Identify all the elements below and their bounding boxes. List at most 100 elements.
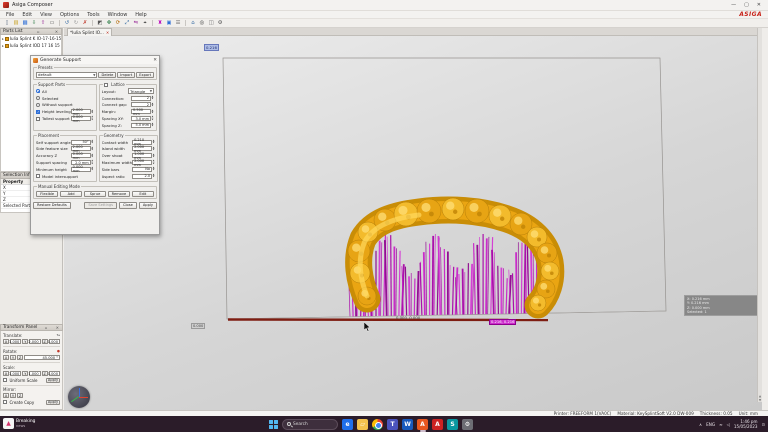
spinner-down-icon[interactable]: ▼ <box>91 169 94 171</box>
dialog-close-icon[interactable]: ✕ <box>153 58 157 63</box>
taskbar-clock[interactable]: 1:46 pm 15/05/2023 <box>734 419 758 429</box>
side-bars-input[interactable]: No <box>132 167 152 172</box>
margin-spinner[interactable]: ▲▼ <box>151 109 154 114</box>
mirror-apply-button[interactable]: Apply <box>46 400 60 406</box>
close-button[interactable]: ✕ <box>757 2 761 8</box>
import-icon[interactable]: ⇩ <box>30 20 38 27</box>
parts-list-item[interactable]: ▸Iulia Splint K IO-17-16-15-1... <box>1 35 61 42</box>
spinner-down-icon[interactable]: ▼ <box>152 169 155 171</box>
3d-viewport[interactable]: *Iulia Splint IO... ✕ 0.216 0.000 0.000,… <box>64 28 762 410</box>
menu-item-file[interactable]: File <box>2 12 18 18</box>
connection-input[interactable]: 2 <box>131 96 151 101</box>
island-width-input[interactable]: 2.000 mm <box>132 146 152 151</box>
height-leveling-input[interactable]: 2.000 mm <box>71 109 91 114</box>
start-button[interactable] <box>268 419 278 429</box>
build-icon[interactable]: ▣ <box>165 20 173 27</box>
scale-apply-button[interactable]: Apply <box>46 378 60 384</box>
move-icon[interactable]: ✥ <box>105 20 113 27</box>
self-support-angle-spinner[interactable]: ▲▼ <box>91 140 94 145</box>
remove-button[interactable]: Remove <box>108 191 130 197</box>
rotate-angle-input[interactable]: 45.000 ° <box>24 355 60 360</box>
height-leveling-checkbox[interactable]: ✓ <box>36 110 40 114</box>
language-indicator[interactable]: ENG <box>706 422 715 427</box>
connect-gap-spinner[interactable]: ▲▼ <box>151 102 154 107</box>
add-button[interactable]: Add <box>60 191 82 197</box>
notification-icon[interactable]: ⊙ <box>761 422 765 427</box>
maximize-button[interactable]: ▢ <box>744 2 749 8</box>
taskbar-app-teams[interactable]: T <box>387 419 398 430</box>
spinner-down-icon[interactable]: ▼ <box>152 142 155 144</box>
spinner-down-icon[interactable]: ▼ <box>152 176 155 178</box>
spinner-down-icon[interactable]: ▼ <box>152 156 155 158</box>
spacing-z-input[interactable]: 5.0 mm <box>131 123 151 128</box>
scale-icon[interactable]: ⤢ <box>123 20 131 27</box>
spinner-down-icon[interactable]: ▼ <box>91 119 94 121</box>
measure-icon[interactable]: ⌖ <box>141 20 149 27</box>
slice-icon[interactable]: ☰ <box>174 20 182 27</box>
all-radio[interactable] <box>36 89 40 93</box>
scale-x-input[interactable]: 1.000 <box>10 371 21 376</box>
side-bars-spinner[interactable]: ▲▼ <box>152 167 155 172</box>
tallest-support-spinner[interactable]: ▲▼ <box>91 116 94 121</box>
create-copy-checkbox[interactable] <box>3 400 7 404</box>
aspect-ratio-input[interactable]: 2.0 <box>132 174 152 179</box>
wireframe-icon[interactable]: ◫ <box>207 20 215 27</box>
minimize-button[interactable]: — <box>731 2 736 8</box>
preset-delete-button[interactable]: Delete <box>98 72 116 78</box>
taskbar-app-chrome[interactable] <box>372 419 383 430</box>
translate-z-input[interactable]: 1.000 <box>49 339 60 344</box>
new-file-icon[interactable]: ▯ <box>3 20 11 27</box>
minimum-height-spinner[interactable]: ▲▼ <box>91 167 94 172</box>
tray-chevron-icon[interactable]: ∧ <box>699 422 702 427</box>
preset-import-button[interactable]: Import <box>117 72 135 78</box>
expand-caret-icon[interactable]: ▸ <box>2 44 4 48</box>
island-width-spinner[interactable]: ▲▼ <box>152 146 155 151</box>
restore-defaults-button[interactable]: Restore Defaults <box>33 202 71 209</box>
connect-gap-input[interactable]: 2 <box>131 102 151 107</box>
taskbar-app-acrobat[interactable]: A <box>432 419 443 430</box>
zoom-fit-icon[interactable]: ◎ <box>198 20 206 27</box>
rotate-axis-y-button[interactable]: Y <box>10 355 16 360</box>
menu-item-window[interactable]: Window <box>104 12 132 18</box>
preset-export-button[interactable]: Export <box>136 72 154 78</box>
side-feature-size-input[interactable]: 2.000 mm <box>71 146 91 151</box>
mirror-axis-y-button[interactable]: Y <box>10 393 16 398</box>
connection-spinner[interactable]: ▲▼ <box>151 96 154 101</box>
taskbar-app-settings[interactable]: ⚙ <box>462 419 473 430</box>
camera-home-icon[interactable]: ⌂ <box>189 20 197 27</box>
flexible-button[interactable]: Flexible <box>36 191 58 197</box>
accuracy-z-input[interactable]: 0.000 mm <box>71 153 91 158</box>
tallest-support-input[interactable]: 0.000 mm <box>71 116 91 121</box>
layout-select[interactable]: Triangle ▼ <box>128 88 154 94</box>
without-support-radio[interactable] <box>36 103 40 107</box>
parts-list-item[interactable]: ▸Iulia Splint IOD 17 16 15 1... <box>1 42 61 49</box>
over-shoot-input[interactable]: 1.000 mm <box>132 153 152 158</box>
rotate-icon[interactable]: ⟳ <box>114 20 122 27</box>
mirror-axis-z-button[interactable]: Z <box>17 393 23 398</box>
tab-close-icon[interactable]: ✕ <box>106 30 109 35</box>
over-shoot-spinner[interactable]: ▲▼ <box>152 153 155 158</box>
close-button[interactable]: Close <box>119 202 137 209</box>
height-leveling-spinner[interactable]: ▲▼ <box>91 109 94 114</box>
self-support-angle-input[interactable]: 50° <box>71 140 91 145</box>
settings-icon[interactable]: ⚙ <box>216 20 224 27</box>
model-intersupport-checkbox[interactable] <box>36 174 40 178</box>
panel-pin-icon[interactable]: ▫ <box>45 325 49 330</box>
undo-icon[interactable]: ↺ <box>63 20 71 27</box>
margin-input[interactable]: 0.500 mm <box>131 109 151 114</box>
spinner-down-icon[interactable]: ▼ <box>91 112 94 114</box>
orientation-gizmo[interactable] <box>68 386 90 408</box>
panel-pin-icon[interactable]: ▫ <box>37 29 41 34</box>
lattice-checkbox[interactable] <box>104 83 108 87</box>
edit-button[interactable]: Edit <box>132 191 154 197</box>
select-icon[interactable]: ◩ <box>96 20 104 27</box>
aspect-ratio-spinner[interactable]: ▲▼ <box>152 174 155 179</box>
menu-item-help[interactable]: Help <box>131 12 150 18</box>
taskbar-app-composer[interactable]: A <box>417 419 428 430</box>
uniform-scale-checkbox[interactable] <box>3 378 7 382</box>
spinner-down-icon[interactable]: ▼ <box>91 163 94 165</box>
menu-item-edit[interactable]: Edit <box>18 12 36 18</box>
support-icon[interactable]: ♜ <box>156 20 164 27</box>
delete-icon[interactable]: ✗ <box>81 20 89 27</box>
taskbar-app-store[interactable]: S <box>447 419 458 430</box>
